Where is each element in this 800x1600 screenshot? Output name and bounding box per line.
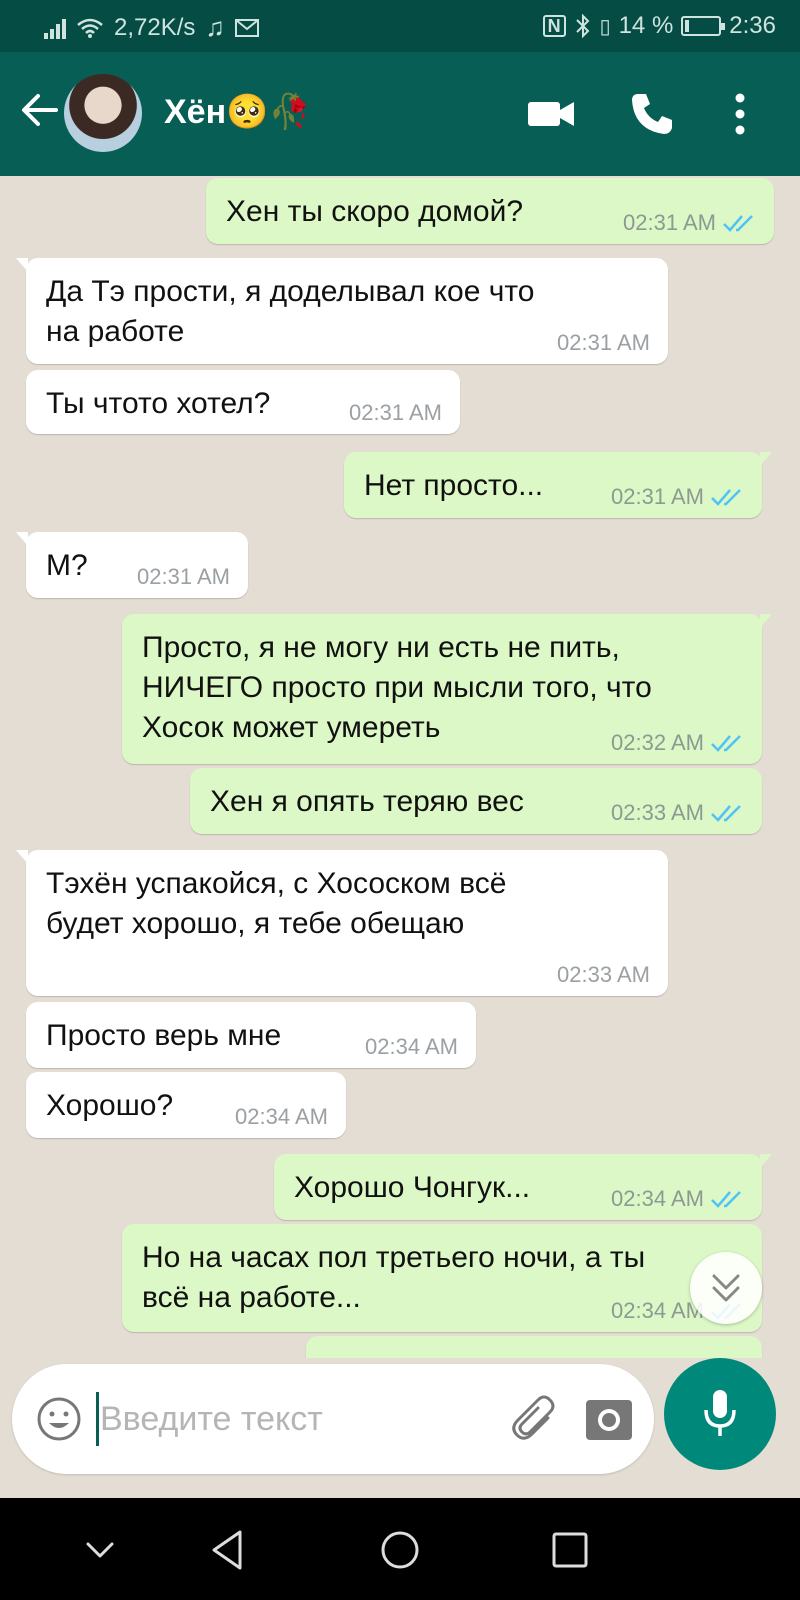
message-time: 02:31 AM [557,330,650,355]
message-outgoing[interactable]: Хен я опять теряю вес 02:33 AM [190,768,762,834]
camera-icon[interactable] [584,1394,634,1444]
message-time: 02:31 AM [137,564,230,589]
back-arrow-icon[interactable] [16,88,64,136]
mail-icon [234,18,259,37]
composer [0,1358,800,1498]
text-caret [96,1392,99,1446]
status-bar: 2,72K/s ♫ N ▯ 14 % 2:36 [0,0,800,52]
nfc-icon: N [542,15,566,37]
network-speed: 2,72K/s [114,13,196,41]
message-text: Но на часах пол третьего ночи, а ты всё н… [142,1241,646,1314]
read-ticks-icon [723,215,753,232]
message-time: 02:33 AM [611,800,704,825]
message-time: 02:31 AM [623,210,716,235]
message-text: Хен я опять теряю вес [210,785,524,818]
message-incoming[interactable]: Да Тэ прости, я доделывал кое что на рабо… [16,258,668,364]
music-icon: ♫ [205,12,225,42]
bluetooth-icon [575,14,589,38]
message-time: 02:33 AM [557,962,650,987]
message-incoming[interactable]: М? 02:31 AM [16,532,248,598]
message-outgoing[interactable]: Но на часах пол третьего ночи, а ты всё н… [122,1224,762,1332]
read-ticks-icon [711,735,741,752]
message-outgoing[interactable]: Просто, я не могу ни есть не пить, НИЧЕГО… [122,614,772,764]
message-text: Тэхён успакойся, с Хососком всё будет хор… [46,867,507,940]
back-triangle-icon[interactable] [200,1522,256,1578]
battery-percent: 14 % [618,12,674,39]
video-call-icon[interactable] [524,86,580,142]
vibrate-icon: ▯ [599,15,611,38]
hide-keyboard-icon[interactable] [72,1522,128,1578]
message-text: Просто верь мне [46,1019,282,1052]
message-time: 02:32 AM [611,730,704,755]
message-input[interactable] [100,1394,480,1444]
paperclip-icon[interactable] [508,1392,562,1446]
message-outgoing[interactable]: Нет просто... 02:31 AM [344,452,772,518]
message-time: 02:31 AM [611,484,704,509]
signal-icon [44,17,66,39]
message-time: 02:34 AM [365,1034,458,1059]
battery-icon [681,16,726,36]
chevron-double-down-icon [712,1274,740,1302]
clock: 2:36 [729,12,776,39]
message-text: Да Тэ прости, я доделывал кое что на рабо… [46,275,535,348]
contact-avatar[interactable] [64,74,142,152]
message-outgoing-partial[interactable] [306,1336,762,1358]
message-text: Просто, я не могу ни есть не пить, НИЧЕГО… [142,631,652,744]
message-time: 02:31 AM [349,400,442,425]
message-outgoing[interactable]: Хорошо Чонгук... 02:34 AM [274,1154,772,1220]
message-outgoing[interactable]: Хен ты скоро домой? 02:31 AM [206,178,774,244]
system-navigation-bar [0,1498,800,1600]
wifi-icon [77,18,103,38]
home-circle-icon[interactable] [372,1522,428,1578]
voice-call-icon[interactable] [624,86,680,142]
message-input-container[interactable] [12,1364,654,1474]
message-incoming[interactable]: Просто верь мне 02:34 AM [26,1002,476,1068]
message-incoming[interactable]: Тэхён успакойся, с Хососком всё будет хор… [16,850,668,996]
message-text: М? [46,549,88,582]
message-text: Хорошо? [46,1089,174,1122]
message-text: Хен ты скоро домой? [226,195,524,228]
message-text: Хорошо Чонгук... [294,1171,531,1204]
recent-apps-square-icon[interactable] [542,1522,598,1578]
message-time: 02:34 AM [611,1186,704,1211]
emoji-icon[interactable] [36,1396,82,1442]
message-text: Ты чтото хотел? [46,387,271,420]
read-ticks-icon [711,489,741,506]
message-incoming[interactable]: Хорошо? 02:34 AM [26,1072,346,1138]
chat-header: Хён🥺🥀 [0,52,800,176]
voice-record-button[interactable] [664,1358,776,1470]
more-options-icon[interactable] [712,86,768,142]
message-list[interactable]: Хен ты скоро домой? 02:31 AM Да Тэ прост… [0,176,800,1358]
read-ticks-icon [711,805,741,822]
message-text: Нет просто... [364,469,544,502]
microphone-icon [704,1390,736,1436]
read-ticks-icon [711,1191,741,1208]
scroll-to-bottom-button[interactable] [690,1252,762,1324]
message-incoming[interactable]: Ты чтото хотел? 02:31 AM [26,370,460,434]
contact-name[interactable]: Хён🥺🥀 [164,92,311,132]
message-time: 02:34 AM [235,1104,328,1129]
